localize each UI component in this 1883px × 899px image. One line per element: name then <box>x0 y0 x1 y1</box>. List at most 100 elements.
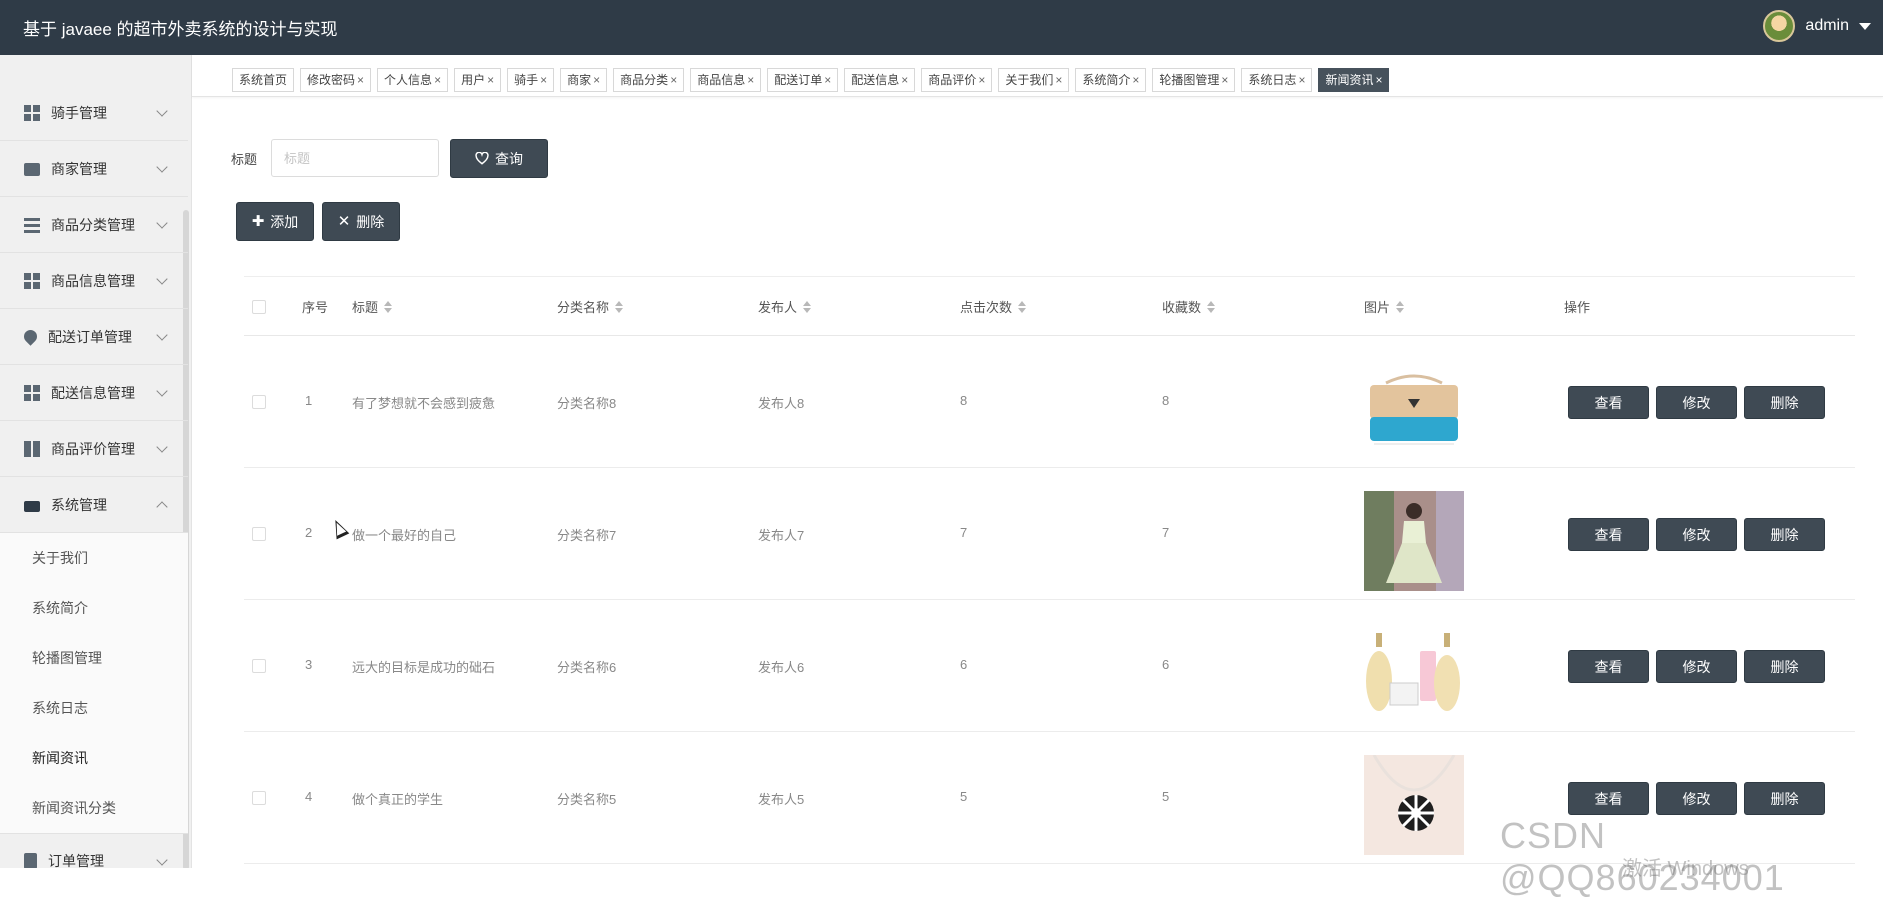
tabs-bar: 系统首页 修改密码 × 个人信息 × 用户 × 骑手 × 商家 × 商品分类 × 商品信息 × 配送订单 × 配送… <box>192 55 1883 97</box>
sidebar-item-label: 配送订单管理 <box>48 328 132 345</box>
tab-item[interactable]: 系统日志 × <box>1241 68 1313 92</box>
tab-item[interactable]: 商品信息 × <box>690 68 762 92</box>
chevron-down-icon[interactable] <box>1859 22 1871 30</box>
close-icon[interactable]: × <box>824 73 831 87</box>
sort-icon[interactable] <box>1207 300 1216 313</box>
close-icon[interactable]: × <box>540 73 547 87</box>
product-image[interactable] <box>1364 755 1464 855</box>
sidebar-item-category-management[interactable]: 商品分类管理 <box>0 197 188 253</box>
edit-button[interactable]: 修改 <box>1656 650 1737 683</box>
edit-button[interactable]: 修改 <box>1656 782 1737 815</box>
close-icon[interactable]: × <box>747 73 754 87</box>
title-search-input[interactable] <box>271 139 439 177</box>
close-icon[interactable]: × <box>434 73 441 87</box>
tab-item[interactable]: 关于我们 × <box>998 68 1070 92</box>
sidebar-item-merchant-management[interactable]: 商家管理 <box>0 141 188 197</box>
close-icon[interactable]: × <box>1298 73 1305 87</box>
table-row[interactable]: 2 做一个最好的自己 分类名称7 发布人7 7 7 查看 修改 删除 <box>244 468 1855 600</box>
sidebar-subitem-carousel-management[interactable]: 轮播图管理 <box>0 633 188 683</box>
user-menu[interactable]: admin <box>1763 10 1871 42</box>
close-icon[interactable]: × <box>593 73 600 87</box>
row-delete-button[interactable]: 删除 <box>1744 782 1825 815</box>
view-button[interactable]: 查看 <box>1568 386 1649 419</box>
tab-item[interactable]: 配送信息 × <box>844 68 916 92</box>
row-delete-button[interactable]: 删除 <box>1744 518 1825 551</box>
close-icon[interactable]: × <box>978 73 985 87</box>
avatar[interactable] <box>1763 10 1796 42</box>
sidebar-subitem-system-intro[interactable]: 系统简介 <box>0 583 188 633</box>
close-icon[interactable]: × <box>1375 73 1382 87</box>
sort-icon[interactable] <box>1396 300 1405 313</box>
edit-button[interactable]: 修改 <box>1656 518 1737 551</box>
cell-clicks: 8 <box>960 393 968 408</box>
row-checkbox[interactable] <box>252 659 266 673</box>
windows-activation-watermark: 激活 Windows <box>1622 858 1749 880</box>
close-icon[interactable]: × <box>1221 73 1228 87</box>
sidebar-item-rider-management[interactable]: 骑手管理 <box>0 85 188 141</box>
sidebar-item-order-management[interactable]: 订单管理 <box>0 833 188 868</box>
view-button[interactable]: 查看 <box>1568 518 1649 551</box>
sidebar-subitem-news[interactable]: 新闻资讯 <box>0 733 188 783</box>
view-button[interactable]: 查看 <box>1568 782 1649 815</box>
close-icon[interactable]: × <box>487 73 494 87</box>
sidebar-item-delivery-order-management[interactable]: 配送订单管理 <box>0 309 188 365</box>
tab-item[interactable]: 系统简介 × <box>1075 68 1147 92</box>
column-header-label: 点击次数 <box>960 300 1013 315</box>
column-header-favorites[interactable]: 收藏数 <box>1162 297 1216 316</box>
tab-label: 轮播图管理 <box>1159 73 1220 87</box>
sidebar-item-review-management[interactable]: 商品评价管理 <box>0 421 188 477</box>
sidebar-item-delivery-info-management[interactable]: 配送信息管理 <box>0 365 188 421</box>
query-button[interactable]: 查询 <box>450 139 548 178</box>
row-delete-button[interactable]: 删除 <box>1744 650 1825 683</box>
tab-item[interactable]: 轮播图管理 × <box>1152 68 1236 92</box>
column-header-clicks[interactable]: 点击次数 <box>960 297 1027 316</box>
sidebar-item-product-management[interactable]: 商品信息管理 <box>0 253 188 309</box>
product-image[interactable] <box>1364 623 1464 723</box>
cell-index: 1 <box>305 393 313 408</box>
column-header-title[interactable]: 标题 <box>352 297 393 316</box>
table-row[interactable]: 1 有了梦想就不会感到疲惫 分类名称8 发布人8 8 8 查看 修改 删除 <box>244 336 1855 468</box>
edit-button[interactable]: 修改 <box>1656 386 1737 419</box>
close-icon[interactable]: × <box>901 73 908 87</box>
sort-icon[interactable] <box>1018 300 1027 313</box>
delete-button[interactable]: ✕ 删除 <box>322 202 400 241</box>
tab-item[interactable]: 用户 × <box>454 68 502 92</box>
select-all-checkbox[interactable] <box>252 300 266 314</box>
sidebar-subitem-news-category[interactable]: 新闻资讯分类 <box>0 783 188 833</box>
username[interactable]: admin <box>1805 17 1849 35</box>
row-checkbox[interactable] <box>252 527 266 541</box>
sort-icon[interactable] <box>384 300 393 313</box>
cell-title: 远大的目标是成功的础石 <box>352 660 496 675</box>
row-delete-button[interactable]: 删除 <box>1744 386 1825 419</box>
tab-item[interactable]: 商品评价 × <box>921 68 993 92</box>
tab-item[interactable]: 骑手 × <box>507 68 555 92</box>
column-header-publisher[interactable]: 发布人 <box>758 297 812 316</box>
close-icon[interactable]: × <box>1132 73 1139 87</box>
tab-item[interactable]: 系统首页 <box>232 68 295 92</box>
sidebar-subitem-system-log[interactable]: 系统日志 <box>0 683 188 733</box>
column-header-image[interactable]: 图片 <box>1364 297 1405 316</box>
sidebar-item-system-management[interactable]: 系统管理 <box>0 477 188 533</box>
row-checkbox[interactable] <box>252 395 266 409</box>
cell-publisher: 发布人8 <box>758 396 805 411</box>
close-icon[interactable]: × <box>670 73 677 87</box>
tab-item[interactable]: 商家 × <box>560 68 608 92</box>
tab-item[interactable]: 配送订单 × <box>767 68 839 92</box>
row-checkbox[interactable] <box>252 791 266 805</box>
tab-item[interactable]: 新闻资讯 × <box>1318 68 1390 92</box>
table-row[interactable]: 3 远大的目标是成功的础石 分类名称6 发布人6 6 6 查看 修改 删除 <box>244 600 1855 732</box>
sidebar-item-label: 骑手管理 <box>51 104 107 121</box>
tab-item[interactable]: 修改密码 × <box>300 68 372 92</box>
sort-icon[interactable] <box>803 300 812 313</box>
add-button[interactable]: ✚ 添加 <box>236 202 314 241</box>
sidebar-subitem-about-us[interactable]: 关于我们 <box>0 533 188 583</box>
tab-item[interactable]: 个人信息 × <box>377 68 449 92</box>
close-icon[interactable]: × <box>1055 73 1062 87</box>
product-image[interactable] <box>1364 359 1464 459</box>
product-image[interactable] <box>1364 491 1464 591</box>
view-button[interactable]: 查看 <box>1568 650 1649 683</box>
tab-item[interactable]: 商品分类 × <box>613 68 685 92</box>
close-icon[interactable]: × <box>357 73 364 87</box>
column-header-category[interactable]: 分类名称 <box>557 297 624 316</box>
sort-icon[interactable] <box>615 300 624 313</box>
